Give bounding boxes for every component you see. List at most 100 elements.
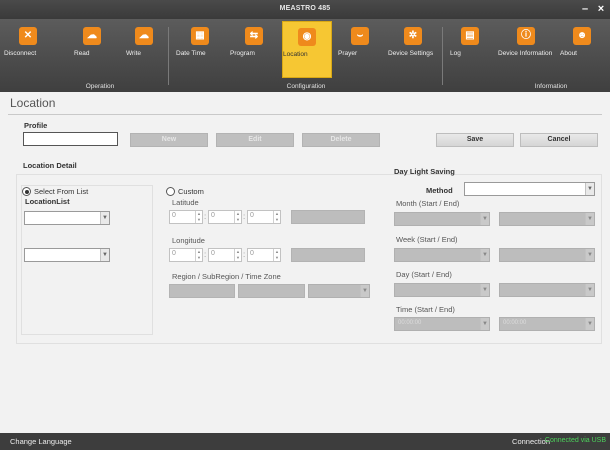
week-start-dropdown[interactable]: ▼	[394, 248, 490, 262]
close-button[interactable]: ×	[594, 2, 608, 16]
calendar-icon: ▦	[191, 27, 209, 45]
week-end-dropdown[interactable]: ▼	[499, 248, 595, 262]
chevron-down-icon: ▼	[585, 183, 594, 195]
subregion-field[interactable]	[238, 284, 305, 298]
change-language-link[interactable]: Change Language	[10, 437, 72, 446]
spinner-arrows-icon[interactable]: ▲ ▼	[195, 249, 202, 261]
chevron-down-icon: ▼	[100, 212, 109, 224]
latitude-degrees-spinner[interactable]: 0 ▲ ▼	[169, 210, 203, 224]
about-button[interactable]: ☻ About	[560, 21, 604, 78]
spinner-arrows-icon[interactable]: ▲ ▼	[234, 211, 241, 223]
longitude-degrees-spinner[interactable]: 0 ▲ ▼	[169, 248, 203, 262]
time-start-picker[interactable]: 00:00:00 ▼	[394, 317, 490, 331]
cancel-button[interactable]: Cancel	[520, 133, 598, 147]
chevron-down-icon: ▼	[100, 249, 109, 261]
time-end-picker[interactable]: 00:00:00 ▼	[499, 317, 595, 331]
spinner-arrows-icon[interactable]: ▲ ▼	[273, 211, 280, 223]
spinner-arrows-icon[interactable]: ▲ ▼	[234, 249, 241, 261]
day-end-dropdown[interactable]: ▼	[499, 283, 595, 297]
longitude-direction-field[interactable]	[291, 248, 365, 262]
custom-radio[interactable]	[166, 187, 175, 196]
information-group: ▤ Log ⓘ Device Information ☻ About Infor…	[446, 19, 610, 92]
latitude-minutes-spinner[interactable]: 0 ▲ ▼	[208, 210, 242, 224]
time-zone-dropdown[interactable]: ▼	[308, 284, 370, 298]
connection-status: Connected via USB	[544, 437, 606, 444]
operation-group-label: Operation	[85, 83, 115, 90]
page-title: Location	[10, 96, 56, 110]
location-button[interactable]: ◉ Location	[282, 21, 332, 78]
new-button[interactable]: New	[130, 133, 208, 147]
title-bar: MEASTRO 485 – ×	[0, 0, 610, 19]
save-button[interactable]: Save	[436, 133, 514, 147]
latitude-direction-field[interactable]	[291, 210, 365, 224]
latitude-separator: :	[243, 212, 246, 221]
prayer-icon: ⌣	[351, 27, 369, 45]
disconnect-button[interactable]: ✕ Disconnect	[4, 21, 52, 78]
sublocation-dropdown[interactable]: ▼	[24, 248, 110, 262]
chevron-down-icon: ▼	[585, 284, 594, 296]
ribbon-toolbar: ✕ Disconnect ☁ Read ☁ Write Operation ▦ …	[0, 19, 610, 92]
device-settings-button[interactable]: ✲ Device Settings	[388, 21, 438, 78]
device-information-button[interactable]: ⓘ Device Information	[498, 21, 554, 78]
longitude-separator: :	[243, 250, 246, 259]
region-label: Region / SubRegion / Time Zone	[172, 272, 281, 281]
ribbon-separator	[168, 27, 169, 85]
gear-icon: ✲	[404, 27, 422, 45]
chevron-down-icon: ▼	[480, 318, 489, 330]
title-divider	[8, 114, 602, 115]
configuration-group-label: Configuration	[286, 83, 326, 90]
day-label: Day (Start / End)	[396, 270, 452, 279]
cloud-upload-icon: ☁	[135, 27, 153, 45]
ribbon-separator	[442, 27, 443, 85]
write-button[interactable]: ☁ Write	[126, 21, 162, 78]
read-button[interactable]: ☁ Read	[74, 21, 110, 78]
chevron-down-icon: ▼	[480, 213, 489, 225]
longitude-seconds-spinner[interactable]: 0 ▲ ▼	[247, 248, 281, 262]
month-start-dropdown[interactable]: ▼	[394, 212, 490, 226]
profile-label: Profile	[24, 121, 48, 130]
longitude-separator: :	[204, 250, 207, 259]
custom-label: Custom	[178, 187, 204, 196]
profile-input[interactable]	[23, 132, 118, 146]
method-label: Method	[426, 186, 453, 195]
main-content: Location Profile New Edit Delete Save Ca…	[0, 92, 610, 433]
week-label: Week (Start / End)	[396, 235, 458, 244]
minimize-button[interactable]: –	[578, 2, 592, 16]
spinner-arrows-icon[interactable]: ▲ ▼	[273, 249, 280, 261]
location-detail-heading: Location Detail	[23, 161, 77, 170]
region-field[interactable]	[169, 284, 235, 298]
day-start-dropdown[interactable]: ▼	[394, 283, 490, 297]
chevron-down-icon: ▼	[480, 284, 489, 296]
information-group-label: Information	[534, 83, 568, 90]
select-from-list-radio[interactable]	[22, 187, 31, 196]
latitude-separator: :	[204, 212, 207, 221]
select-from-list-label: Select From List	[34, 187, 89, 196]
disconnect-icon: ✕	[19, 27, 37, 45]
chevron-down-icon: ▼	[585, 213, 594, 225]
month-label: Month (Start / End)	[396, 199, 460, 208]
method-dropdown[interactable]: ▼	[464, 182, 595, 196]
longitude-minutes-spinner[interactable]: 0 ▲ ▼	[208, 248, 242, 262]
time-label: Time (Start / End)	[396, 305, 455, 314]
operation-group: ✕ Disconnect ☁ Read ☁ Write Operation	[0, 19, 164, 92]
latitude-label: Latitude	[172, 198, 199, 207]
program-button[interactable]: ⇆ Program	[230, 21, 278, 78]
edit-button[interactable]: Edit	[216, 133, 294, 147]
log-button[interactable]: ▤ Log	[450, 21, 490, 78]
log-icon: ▤	[461, 27, 479, 45]
people-icon: ☻	[573, 27, 591, 45]
location-list-label: LocationList	[25, 197, 70, 206]
chevron-down-icon: ▼	[585, 318, 594, 330]
daylight-saving-heading: Day Light Saving	[394, 167, 455, 176]
latitude-seconds-spinner[interactable]: 0 ▲ ▼	[247, 210, 281, 224]
location-list-dropdown[interactable]: ▼	[24, 211, 110, 225]
info-icon: ⓘ	[517, 27, 535, 45]
month-end-dropdown[interactable]: ▼	[499, 212, 595, 226]
prayer-button[interactable]: ⌣ Prayer	[338, 21, 382, 78]
cloud-download-icon: ☁	[83, 27, 101, 45]
delete-button[interactable]: Delete	[302, 133, 380, 147]
spinner-arrows-icon[interactable]: ▲ ▼	[195, 211, 202, 223]
chevron-down-icon: ▼	[480, 249, 489, 261]
status-bar: Change Language Connection Connected via…	[0, 433, 610, 450]
date-time-button[interactable]: ▦ Date Time	[176, 21, 224, 78]
